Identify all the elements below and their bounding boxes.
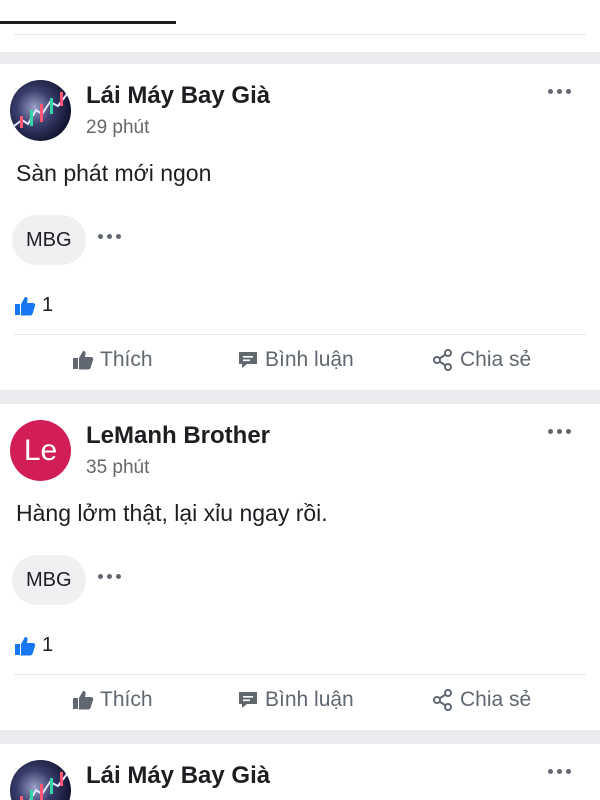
post-text: Sàn phát mới ngon <box>16 160 212 186</box>
like-button[interactable]: Thích <box>72 348 153 372</box>
share-label: Chia sẻ <box>460 688 532 711</box>
divider <box>14 674 586 675</box>
like-summary[interactable]: 1 <box>14 634 53 657</box>
share-label: Chia sẻ <box>460 348 532 371</box>
share-icon <box>433 689 452 711</box>
author-name[interactable]: Lái Máy Bay Già <box>86 82 270 110</box>
chip-label: MBG <box>26 228 72 251</box>
action-bar: Thích Bình luận Chia sẻ <box>0 348 600 382</box>
post-card: Lái Máy Bay Già <box>0 744 600 800</box>
avatar[interactable] <box>10 80 71 141</box>
top-tab-bar <box>0 0 600 52</box>
like-count: 1 <box>42 294 54 316</box>
author-name[interactable]: LeManh Brother <box>86 422 270 450</box>
share-button[interactable]: Chia sẻ <box>432 688 531 712</box>
comment-button[interactable]: Bình luận <box>237 348 354 372</box>
author-name[interactable]: Lái Máy Bay Già <box>86 762 270 790</box>
chart-avatar-icon <box>20 772 68 800</box>
avatar[interactable] <box>10 760 71 800</box>
like-label: Thích <box>100 688 153 711</box>
like-label: Thích <box>100 348 153 371</box>
top-divider <box>14 34 586 35</box>
chip-label: MBG <box>26 568 72 591</box>
reaction-chip[interactable]: MBG <box>12 215 86 265</box>
tab-active[interactable] <box>0 0 176 24</box>
more-dots-icon[interactable] <box>98 574 121 579</box>
comment-icon <box>239 692 257 708</box>
like-count: 1 <box>42 634 54 656</box>
chart-avatar-icon <box>13 92 68 128</box>
comment-button[interactable]: Bình luận <box>237 688 354 712</box>
more-dots-icon[interactable] <box>548 424 574 438</box>
post-card: Lái Máy Bay Già 29 phút Sàn phát mới ngo… <box>0 64 600 390</box>
reaction-chip[interactable]: MBG <box>12 555 86 605</box>
like-summary[interactable]: 1 <box>14 294 53 317</box>
avatar[interactable]: Le <box>10 420 71 481</box>
thumbs-up-icon <box>73 351 94 370</box>
share-button[interactable]: Chia sẻ <box>432 348 531 372</box>
thumbs-up-icon <box>15 636 36 655</box>
like-button[interactable]: Thích <box>72 688 153 712</box>
avatar-letter: Le <box>23 433 58 467</box>
comment-label: Bình luận <box>265 688 354 711</box>
post-card: Le LeManh Brother 35 phút Hàng lởm thật,… <box>0 404 600 730</box>
more-dots-icon[interactable] <box>98 234 121 239</box>
comment-icon <box>239 352 257 368</box>
share-icon <box>433 349 452 371</box>
more-dots-icon[interactable] <box>548 764 574 778</box>
post-time[interactable]: 29 phút <box>86 117 149 139</box>
thumbs-up-icon <box>73 691 94 710</box>
post-text: Hàng lởm thật, lại xỉu ngay rồi. <box>16 500 328 526</box>
post-time[interactable]: 35 phút <box>86 457 149 479</box>
comment-label: Bình luận <box>265 348 354 371</box>
divider <box>14 334 586 335</box>
more-dots-icon[interactable] <box>548 84 574 98</box>
action-bar: Thích Bình luận Chia sẻ <box>0 688 600 722</box>
thumbs-up-icon <box>15 296 36 315</box>
tab-inactive[interactable] <box>320 0 496 24</box>
